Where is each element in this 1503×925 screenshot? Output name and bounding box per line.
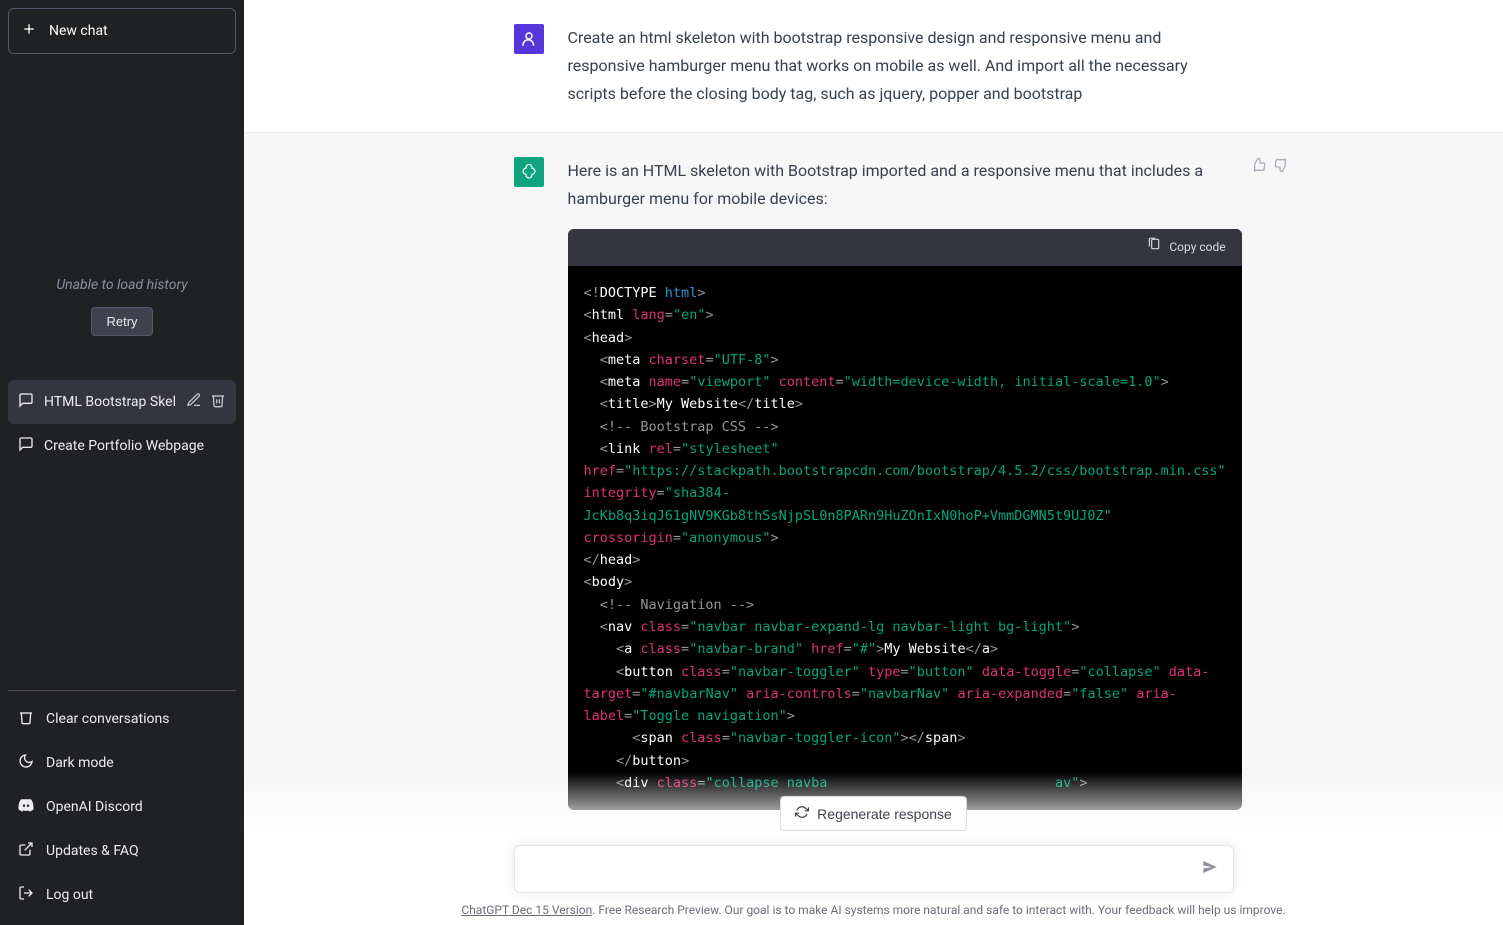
history-error-text: Unable to load history — [56, 277, 187, 293]
moon-icon — [18, 753, 34, 773]
footer-note: ChatGPT Dec 15 Version. Free Research Pr… — [451, 903, 1295, 917]
logout-icon — [18, 885, 34, 905]
trash-icon — [18, 709, 34, 729]
external-link-icon — [18, 841, 34, 861]
trash-icon[interactable] — [210, 392, 226, 412]
user-message-row: Create an html skeleton with bootstrap r… — [244, 0, 1503, 133]
chat-icon — [18, 436, 34, 456]
logout-button[interactable]: Log out — [8, 873, 236, 917]
chat-item-active[interactable]: HTML Bootstrap Skelet — [8, 380, 236, 424]
user-message-text: Create an html skeleton with bootstrap r… — [568, 24, 1234, 108]
thumbs-up-icon[interactable] — [1250, 157, 1266, 177]
chat-item-label: Create Portfolio Webpage — [44, 438, 226, 454]
dark-mode-button[interactable]: Dark mode — [8, 741, 236, 785]
code-content[interactable]: <!DOCTYPE html> <html lang="en"> <head> … — [568, 266, 1242, 810]
bottom-bar: Regenerate response ChatGPT Dec 15 Versi… — [244, 772, 1503, 925]
chat-item-label: HTML Bootstrap Skelet — [44, 394, 176, 410]
plus-icon — [21, 21, 37, 41]
send-button[interactable] — [1201, 858, 1219, 880]
discord-icon — [18, 797, 34, 817]
regenerate-button[interactable]: Regenerate response — [780, 796, 967, 831]
chat-history-list: HTML Bootstrap Skelet Create Portfolio W… — [8, 380, 236, 468]
chat-input-container — [514, 845, 1234, 893]
updates-faq-button[interactable]: Updates & FAQ — [8, 829, 236, 873]
chat-icon — [18, 392, 34, 412]
send-icon — [1201, 861, 1219, 880]
assistant-avatar-icon — [514, 157, 544, 187]
refresh-icon — [795, 805, 809, 822]
feedback-buttons — [1250, 157, 1290, 177]
edit-icon[interactable] — [186, 392, 202, 412]
chat-item[interactable]: Create Portfolio Webpage — [8, 424, 236, 468]
version-link[interactable]: ChatGPT Dec 15 Version — [461, 903, 592, 917]
clipboard-icon — [1147, 237, 1161, 258]
copy-code-button[interactable]: Copy code — [568, 229, 1242, 266]
clear-conversations-button[interactable]: Clear conversations — [8, 697, 236, 741]
chat-input[interactable] — [529, 860, 1201, 878]
sidebar-history: Unable to load history Retry HTML Bootst… — [8, 54, 236, 690]
new-chat-button[interactable]: New chat — [8, 8, 236, 54]
retry-button[interactable]: Retry — [91, 307, 152, 336]
sidebar-bottom: Clear conversations Dark mode OpenAI Dis… — [8, 690, 236, 917]
main-area: Create an html skeleton with bootstrap r… — [244, 0, 1503, 925]
sidebar: New chat Unable to load history Retry HT… — [0, 0, 244, 925]
new-chat-label: New chat — [49, 23, 108, 39]
discord-button[interactable]: OpenAI Discord — [8, 785, 236, 829]
user-avatar-icon — [514, 24, 544, 54]
assistant-intro-text: Here is an HTML skeleton with Bootstrap … — [568, 157, 1242, 213]
code-block: Copy code <!DOCTYPE html> <html lang="en… — [568, 229, 1242, 810]
thumbs-down-icon[interactable] — [1274, 157, 1290, 177]
